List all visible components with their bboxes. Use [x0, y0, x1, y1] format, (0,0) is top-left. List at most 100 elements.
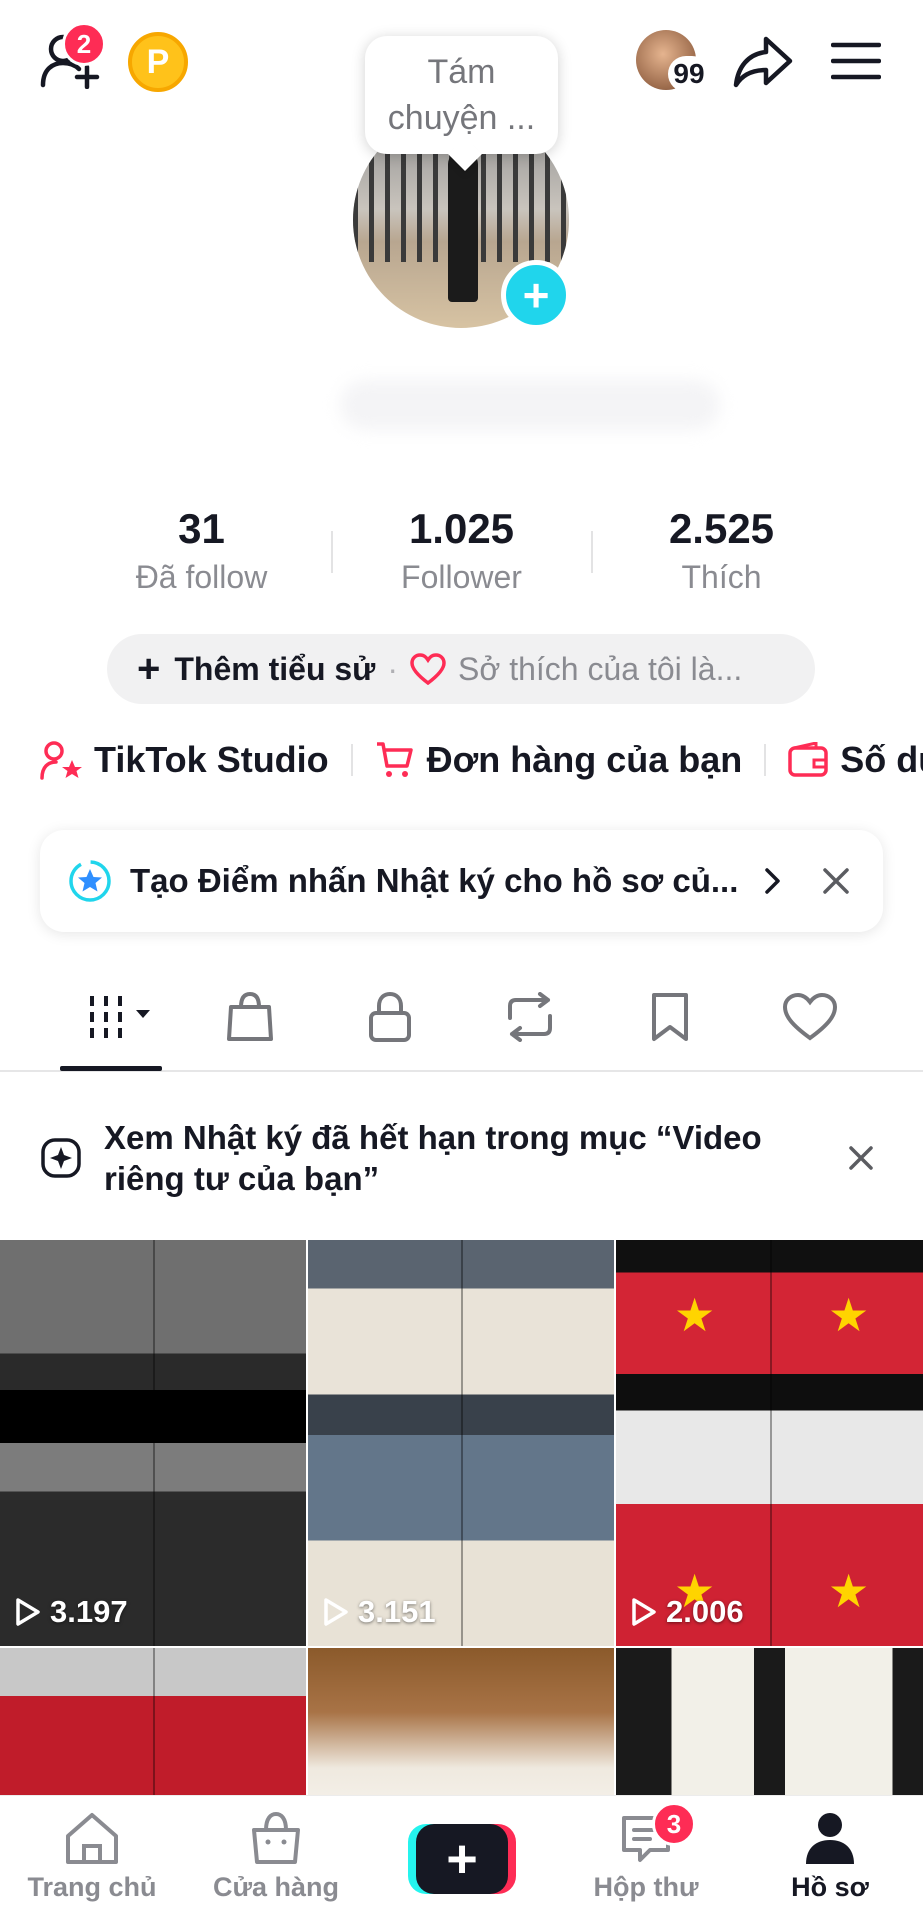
followers-label: Follower	[401, 559, 522, 595]
thumb-divider	[461, 1240, 463, 1646]
quick-links-row: TikTok Studio Đơn hàng của bạn Số dư	[40, 735, 923, 785]
bio-pill[interactable]: + Thêm tiểu sử · Sở thích của tôi là...	[107, 634, 815, 704]
following-count: 31	[178, 505, 225, 552]
shop-bag-icon	[227, 991, 273, 1041]
balance-link[interactable]: Số dư	[788, 739, 923, 781]
create-plus-icon: +	[416, 1824, 508, 1894]
wallet-icon	[788, 742, 829, 777]
play-icon	[632, 1598, 656, 1626]
view-count-value: 3.197	[50, 1594, 128, 1629]
view-count-value: 2.006	[666, 1594, 744, 1629]
interest-placeholder: Sở thích của tôi là...	[458, 650, 743, 687]
share-button[interactable]	[728, 28, 798, 94]
likes-stat[interactable]: 2.525 Thích	[593, 505, 851, 596]
tiktok-studio-label: TikTok Studio	[94, 739, 329, 780]
divider	[350, 744, 353, 776]
coin-icon[interactable]: P	[128, 32, 188, 92]
video-thumbnail[interactable]	[616, 1648, 923, 1808]
nav-shop[interactable]: Cửa hàng	[186, 1810, 366, 1910]
plus-icon: +	[137, 647, 161, 691]
video-thumbnail[interactable]	[308, 1648, 614, 1808]
play-icon	[16, 1598, 40, 1626]
view-count: 2.006	[630, 1594, 744, 1630]
plus-icon: +	[522, 269, 550, 321]
expired-stories-notice[interactable]: Xem Nhật ký đã hết hạn trong mục “Video …	[0, 1075, 923, 1240]
video-thumbnail[interactable]: 3.151	[308, 1240, 614, 1646]
profile-stats: 31 Đã follow 1.025 Follower 2.525 Thích	[0, 505, 923, 596]
followers-stat[interactable]: 1.025 Follower	[333, 505, 591, 596]
video-thumbnail[interactable]	[0, 1648, 306, 1808]
content-tabs	[0, 960, 923, 1072]
thumb-divider	[769, 1240, 772, 1646]
profile-screen: 2 P Tám chuyện ... + 99 31 Đã follow 1.0…	[0, 0, 923, 1920]
thumb-divider	[153, 1648, 155, 1808]
following-label: Đã follow	[135, 559, 268, 595]
orders-label: Đơn hàng của bạn	[426, 739, 743, 780]
menu-button[interactable]	[826, 36, 886, 86]
play-icon	[324, 1598, 348, 1626]
view-count: 3.151	[322, 1594, 436, 1630]
sparkle-icon	[41, 1137, 81, 1178]
close-notice-icon[interactable]	[848, 1145, 874, 1171]
nav-inbox[interactable]: Hộp thư 3	[556, 1802, 736, 1910]
story-avatar-button[interactable]: 99	[636, 30, 712, 94]
star-icon: ★	[674, 1289, 716, 1341]
create-button[interactable]: +	[408, 1824, 516, 1894]
shop-icon	[252, 1811, 300, 1864]
view-count-value: 3.151	[358, 1594, 436, 1629]
nav-inbox-label: Hộp thư	[593, 1872, 699, 1902]
following-stat[interactable]: 31 Đã follow	[73, 505, 331, 596]
thumb-divider	[153, 1240, 155, 1646]
home-icon	[66, 1813, 118, 1864]
tab-reposts[interactable]	[490, 982, 570, 1052]
active-tab-indicator	[60, 1066, 162, 1071]
divider	[764, 744, 767, 776]
nav-home[interactable]: Trang chủ	[2, 1810, 182, 1910]
tab-shop[interactable]	[210, 982, 290, 1052]
tab-liked[interactable]	[770, 982, 850, 1052]
cart-icon	[376, 742, 413, 777]
nav-profile[interactable]: Hồ sơ	[740, 1810, 920, 1910]
bookmark-icon	[652, 993, 688, 1041]
story-note-bubble[interactable]: Tám chuyện ...	[365, 36, 558, 154]
username-blurred	[340, 380, 720, 430]
orders-link[interactable]: Đơn hàng của bạn	[375, 739, 743, 781]
likes-count: 2.525	[668, 505, 775, 552]
bio-separator: ·	[387, 650, 398, 687]
friends-badge: 2	[62, 22, 106, 66]
close-banner-icon[interactable]	[821, 866, 851, 896]
notice-text: Xem Nhật ký đã hết hạn trong mục “Video …	[104, 1118, 762, 1197]
heart-icon	[410, 653, 446, 685]
star-icon: ★	[828, 1289, 870, 1341]
tab-private[interactable]	[350, 982, 430, 1052]
chevron-right-icon[interactable]	[762, 866, 784, 896]
tiktok-studio-link[interactable]: TikTok Studio	[40, 739, 329, 781]
heart-icon	[782, 992, 838, 1041]
video-thumbnail[interactable]: 3.197	[0, 1240, 306, 1646]
banner-text: Tạo Điểm nhấn Nhật ký cho hồ sơ củ...	[130, 862, 739, 899]
add-story-button[interactable]: +	[501, 260, 571, 330]
video-thumbnail[interactable]: ★ ★ ★ ★ 2.006	[616, 1240, 923, 1646]
bottom-nav: Trang chủ Cửa hàng + Hộp thư 3 Hồ sơ	[0, 1795, 923, 1920]
video-grid: 3.197 3.151 ★ ★ ★ ★ 2.006	[0, 1240, 923, 1808]
add-friends-button[interactable]: 2	[34, 22, 106, 92]
highlight-banner[interactable]: Tạo Điểm nhấn Nhật ký cho hồ sơ củ...	[40, 830, 883, 932]
star-icon: ★	[828, 1565, 870, 1617]
lock-icon	[369, 991, 411, 1042]
person-star-icon	[40, 741, 82, 780]
story-count-badge: 99	[668, 56, 710, 92]
nav-profile-label: Hồ sơ	[791, 1872, 869, 1902]
tab-saved[interactable]	[630, 982, 710, 1052]
likes-label: Thích	[681, 559, 762, 595]
share-icon	[733, 36, 793, 88]
hamburger-menu-icon	[831, 42, 881, 80]
nav-shop-label: Cửa hàng	[212, 1872, 340, 1902]
highlight-star-icon	[69, 860, 111, 902]
videos-grid-icon	[84, 996, 150, 1038]
repost-icon	[508, 992, 552, 1042]
inbox-badge: 3	[652, 1802, 696, 1846]
tab-videos[interactable]	[72, 982, 162, 1052]
add-bio-label: Thêm tiểu sử	[174, 650, 376, 687]
avatar-photo-subject	[448, 152, 478, 302]
followers-count: 1.025	[408, 505, 515, 552]
